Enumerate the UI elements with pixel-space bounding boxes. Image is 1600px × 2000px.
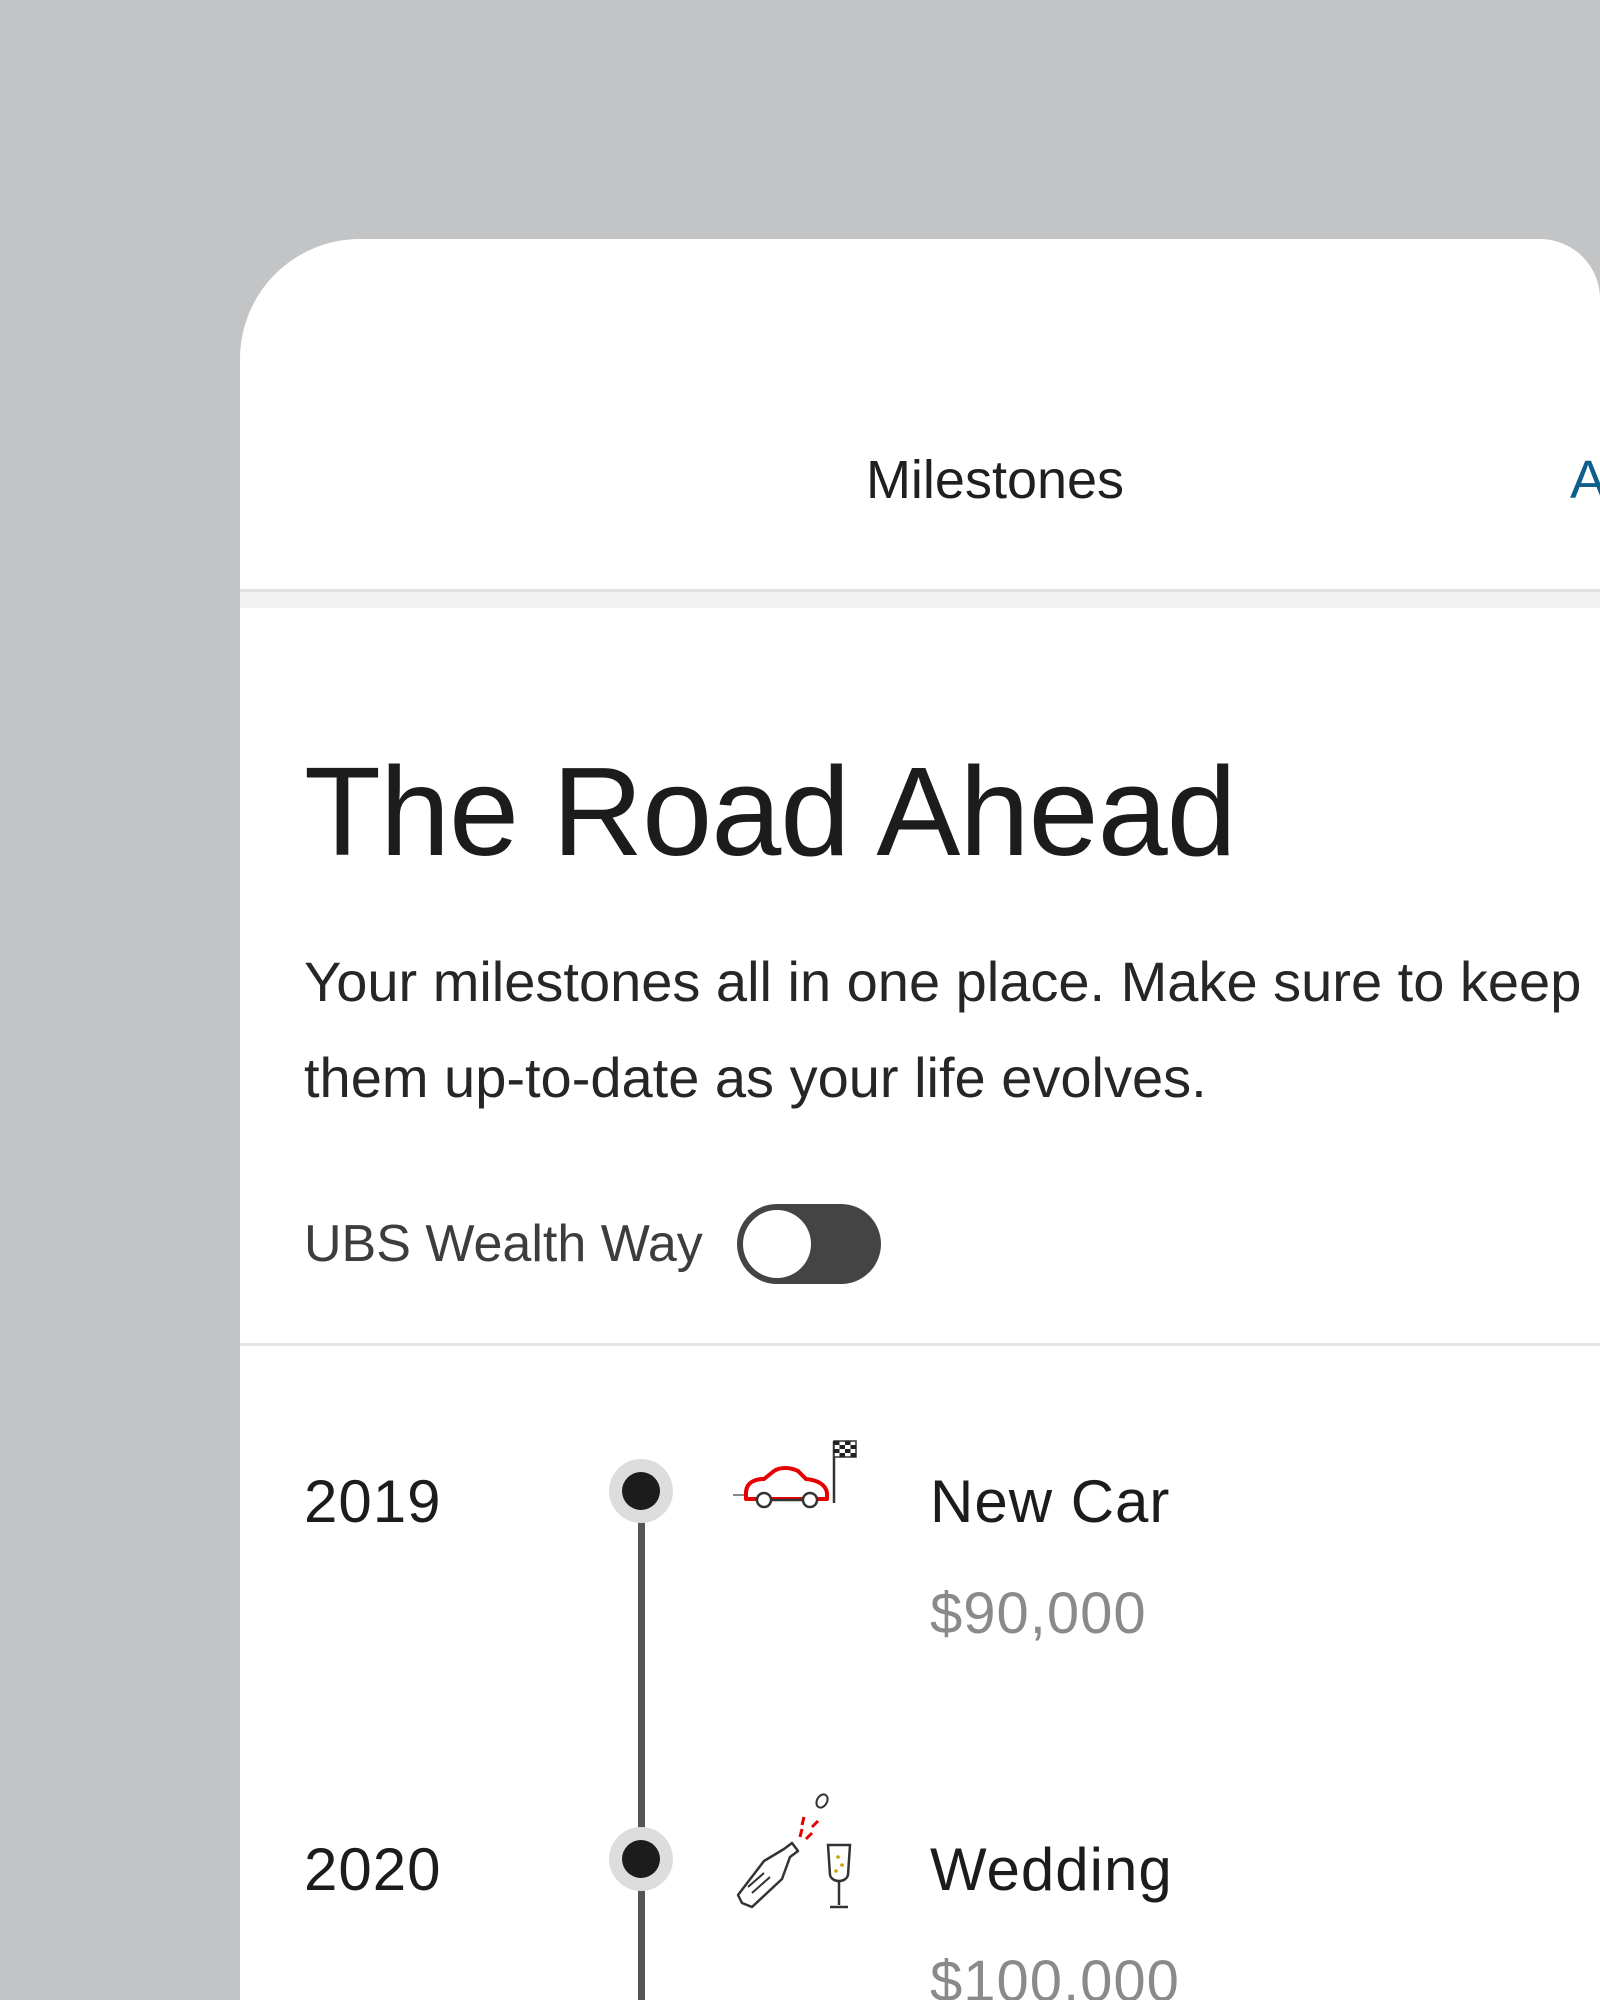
wealth-way-toggle[interactable] bbox=[736, 1204, 881, 1284]
wealth-way-toggle-label: UBS Wealth Way bbox=[304, 1215, 703, 1273]
milestone-row[interactable]: 2020 Wedding $100,000 bbox=[240, 1793, 1600, 2000]
milestone-row[interactable]: 2019 New Car $90,000 bbox=[240, 1440, 1600, 1707]
page-subtitle: Your milestones all in one place. Make s… bbox=[304, 950, 1582, 1109]
timeline-dot bbox=[609, 1827, 673, 1891]
app-card: Milestones A The Road Ahead Your milesto… bbox=[240, 239, 1600, 2000]
section-divider bbox=[240, 1343, 1600, 1346]
nav-title: Milestones bbox=[865, 450, 1125, 510]
page-title: The Road Ahead bbox=[304, 741, 1237, 882]
milestone-name: Wedding bbox=[930, 1836, 1173, 1903]
nav-bar: Milestones A bbox=[240, 239, 1600, 589]
milestone-amount: $90,000 bbox=[930, 1581, 1147, 1646]
milestone-year: 2019 bbox=[304, 1468, 442, 1535]
timeline-dot bbox=[609, 1459, 673, 1523]
car-finish-flag-icon bbox=[733, 1440, 857, 1509]
champagne-bottle-glass-icon bbox=[736, 1793, 852, 1909]
milestone-name: New Car bbox=[930, 1468, 1171, 1535]
milestone-amount: $100,000 bbox=[930, 1949, 1180, 2000]
nav-divider bbox=[240, 589, 1600, 608]
wealth-way-toggle-row: UBS Wealth Way bbox=[304, 1204, 881, 1284]
milestone-year: 2020 bbox=[304, 1836, 442, 1903]
nav-action-button[interactable]: A bbox=[1570, 449, 1600, 511]
toggle-knob bbox=[742, 1210, 811, 1278]
